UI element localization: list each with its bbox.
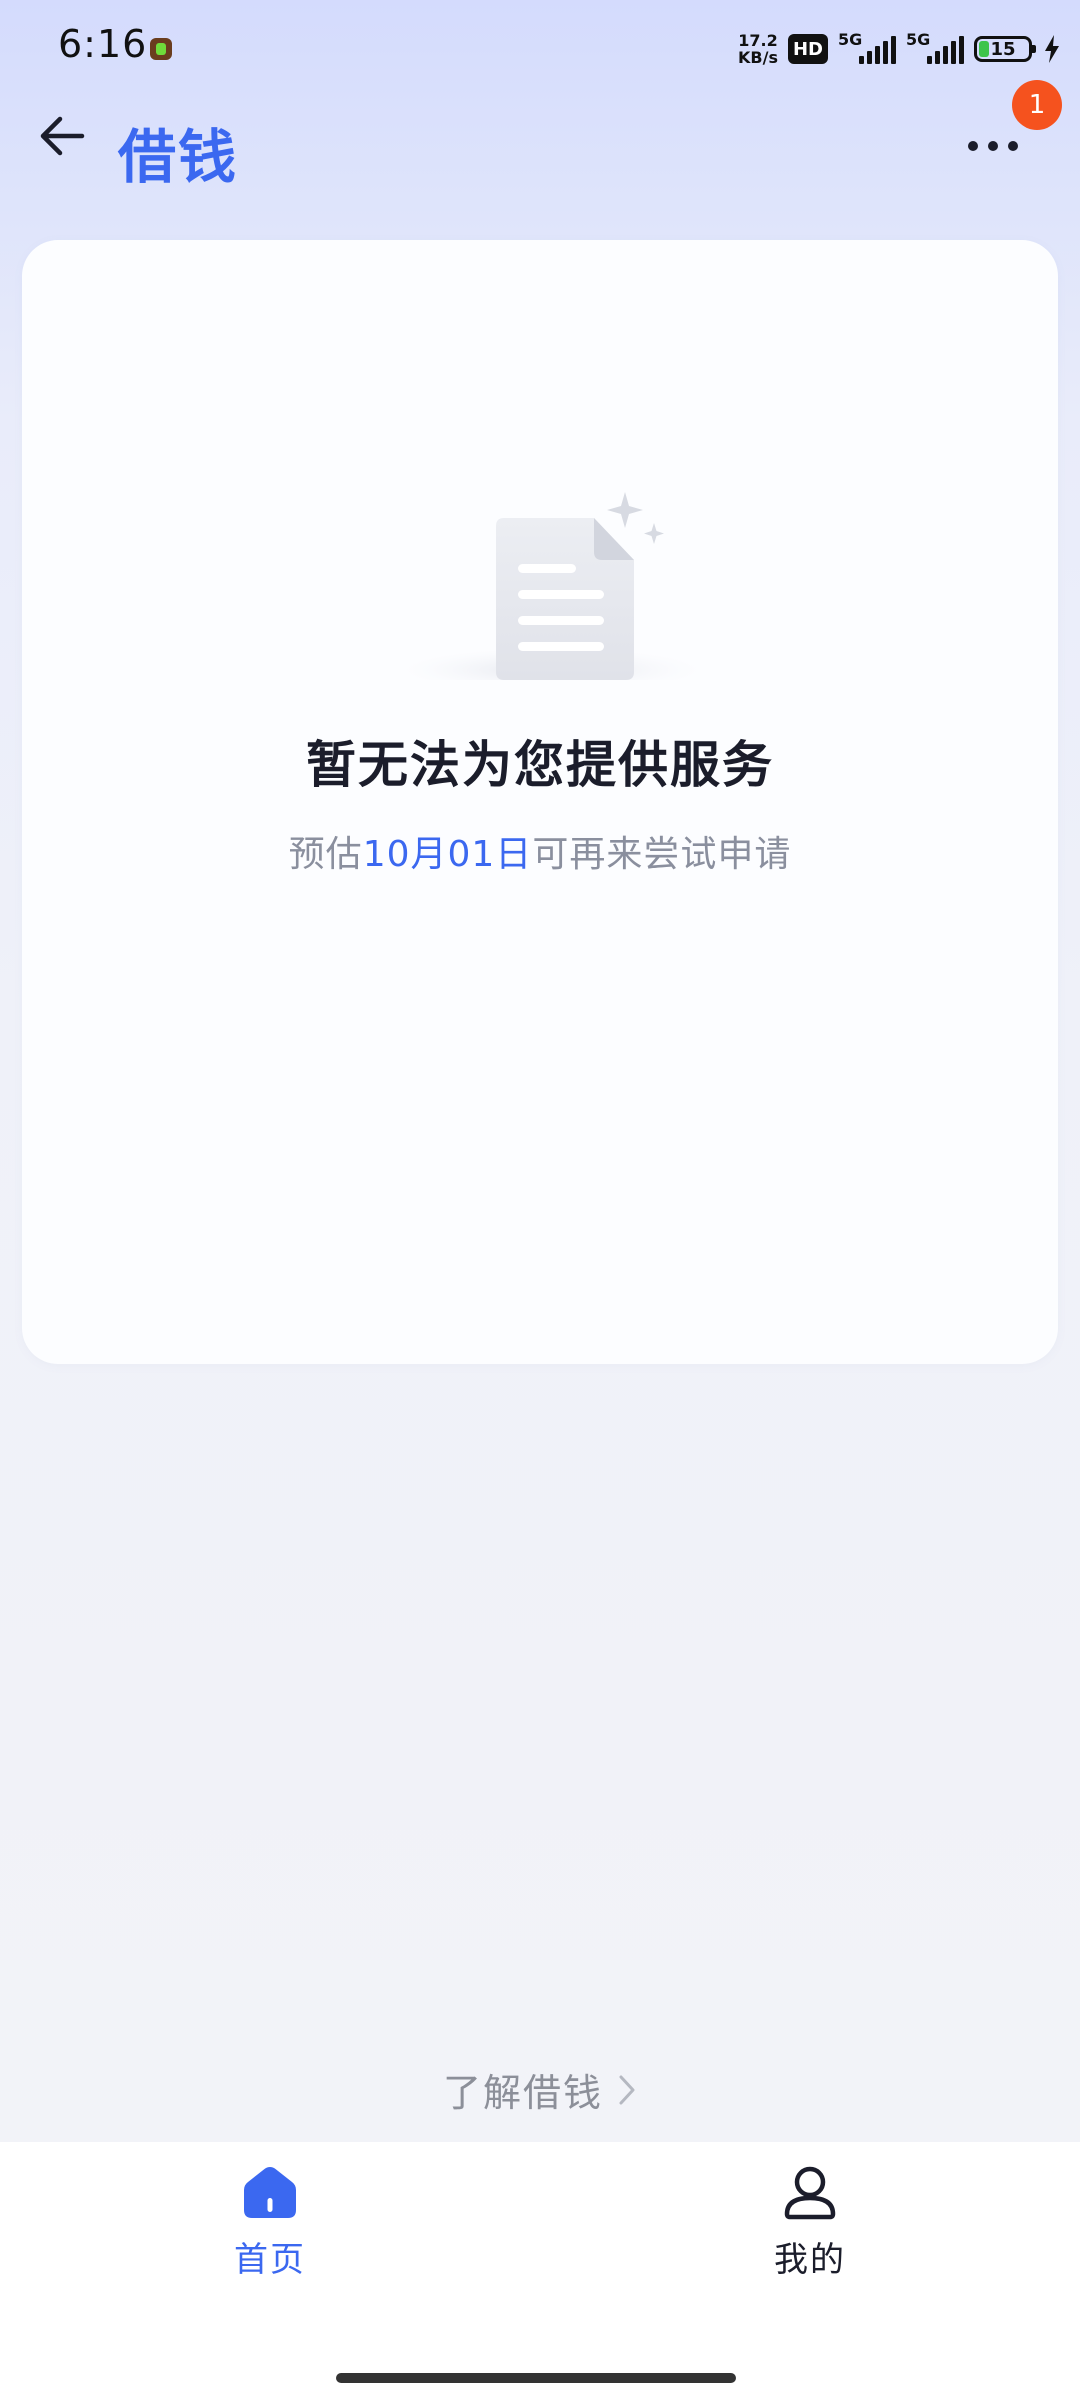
nav-label-home: 首页 xyxy=(234,2240,306,2280)
network-speed-value: 17.2 xyxy=(738,31,778,50)
status-time: 6:16 xyxy=(58,22,148,66)
subtitle-prefix: 预估 xyxy=(288,834,363,875)
app-notification-icon xyxy=(150,38,172,60)
back-button[interactable] xyxy=(30,100,94,172)
status-indicators: 17.2 KB/s HD 5G 5G 15 xyxy=(738,28,1062,70)
learn-more-label: 了解借钱 xyxy=(442,2071,603,2115)
header: 借钱 xyxy=(0,100,1080,220)
empty-state-title: 暂无法为您提供服务 xyxy=(306,736,774,794)
battery-level: 15 xyxy=(990,38,1016,60)
bottom-nav: 首页 我的 xyxy=(0,2142,1080,2400)
battery-icon: 15 xyxy=(974,36,1036,62)
signal-strength-icon: 5G xyxy=(906,30,964,68)
more-dots-icon xyxy=(968,141,1018,151)
profile-icon xyxy=(784,2166,836,2220)
learn-more-link[interactable]: 了解借钱 xyxy=(0,2062,1080,2117)
empty-document-icon xyxy=(402,492,702,680)
network-speed: 17.2 KB/s xyxy=(738,32,778,66)
nav-item-home[interactable]: 首页 xyxy=(170,2162,370,2292)
signal-strength-icon: 5G xyxy=(838,30,896,68)
page-title: 借钱 xyxy=(118,123,239,191)
notification-badge: 1 xyxy=(1012,80,1062,130)
empty-state-card: 暂无法为您提供服务 预估10月01日可再来尝试申请 xyxy=(22,240,1058,1364)
chevron-right-icon xyxy=(619,2075,635,2104)
home-indicator xyxy=(336,2373,736,2383)
nav-label-mine: 我的 xyxy=(774,2240,846,2280)
network-speed-unit: KB/s xyxy=(738,48,778,67)
nav-item-mine[interactable]: 我的 xyxy=(710,2162,910,2292)
home-icon xyxy=(244,2167,296,2218)
subtitle-suffix: 可再来尝试申请 xyxy=(532,834,792,875)
arrow-left-icon xyxy=(40,116,85,156)
status-bar: 6:16 17.2 KB/s HD 5G 5G 15 xyxy=(0,0,1080,100)
available-date: 10月01日 xyxy=(362,834,533,875)
charging-icon xyxy=(1045,35,1059,63)
hd-badge: HD xyxy=(788,34,828,64)
empty-state-subtitle: 预估10月01日可再来尝试申请 xyxy=(22,825,1058,877)
